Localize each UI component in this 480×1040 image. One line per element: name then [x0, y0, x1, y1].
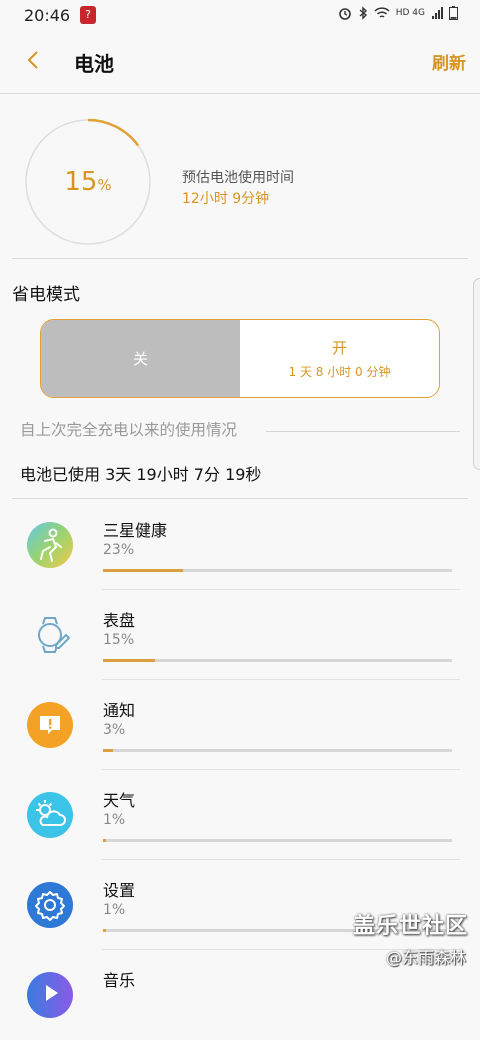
app-header: 电池 刷新 — [0, 30, 480, 92]
app-percent: 23% — [103, 542, 135, 558]
refresh-button[interactable]: 刷新 — [432, 49, 466, 74]
estimate-label: 预估电池使用时间 — [182, 170, 294, 186]
usage-bar — [103, 569, 452, 572]
app-notification-icon: ? — [80, 6, 96, 24]
power-saving-toggle: 关 开 1 天 8 小时 0 分钟 — [40, 319, 440, 398]
app-percent: 3% — [103, 722, 126, 738]
watermark-author: @东雨森林 — [385, 948, 466, 967]
settings-icon — [27, 882, 73, 928]
chevron-left-icon — [27, 51, 38, 69]
status-bar: 20:46 ? HD 4G — [0, 0, 480, 30]
network-label: HD 4G — [395, 8, 425, 18]
list-item[interactable]: 天气 1% — [0, 770, 480, 860]
usage-bar-fill — [103, 659, 156, 662]
app-percent: 15% — [103, 632, 135, 648]
usage-section-divider — [266, 431, 460, 432]
battery-percent-unit: % — [97, 176, 112, 194]
back-button[interactable] — [22, 48, 46, 72]
app-name: 通知 — [103, 701, 136, 720]
app-percent: 1% — [103, 812, 126, 828]
usage-bar — [103, 839, 452, 842]
watermark-title: 盖乐世社区 — [352, 914, 468, 939]
samsung-health-icon — [27, 522, 73, 568]
header-divider — [0, 93, 480, 94]
battery-percent-value: 15 — [64, 167, 98, 197]
music-icon — [27, 972, 73, 1018]
app-name: 音乐 — [103, 971, 136, 990]
bluetooth-icon — [359, 6, 367, 20]
app-percent: 1% — [103, 902, 126, 918]
status-icons: HD 4G — [338, 6, 458, 20]
battery-divider — [12, 258, 468, 259]
list-item[interactable]: 通知 3% — [0, 680, 480, 770]
usage-bar-fill — [103, 929, 107, 932]
app-name: 表盘 — [103, 611, 136, 630]
usage-bar-fill — [103, 839, 107, 842]
status-time: 20:46 — [24, 6, 71, 25]
app-name: 天气 — [103, 791, 136, 810]
page-title: 电池 — [74, 52, 114, 76]
wifi-icon — [374, 6, 390, 18]
usage-section-title: 自上次完全充电以来的使用情况 — [20, 421, 238, 439]
usage-divider — [12, 498, 468, 499]
usage-bar-fill — [103, 749, 114, 752]
notification-icon — [27, 702, 73, 748]
usage-bar — [103, 749, 452, 752]
list-item[interactable]: 三星健康 23% — [0, 500, 480, 590]
battery-icon — [449, 6, 458, 20]
list-item[interactable]: 表盘 15% — [0, 590, 480, 680]
weather-icon — [27, 792, 73, 838]
power-saving-on-label: 开 — [331, 339, 347, 357]
battery-percent: 15 % — [24, 118, 152, 246]
estimate-value: 12小时 9分钟 — [182, 191, 270, 207]
app-name: 设置 — [103, 881, 136, 900]
usage-total: 电池已使用 3天 19小时 7分 19秒 — [20, 465, 262, 484]
watch-face-icon — [38, 617, 71, 653]
usage-bar-fill — [103, 569, 184, 572]
signal-icon — [432, 6, 443, 19]
edge-panel-handle[interactable] — [473, 278, 480, 470]
power-saving-title: 省电模式 — [12, 285, 80, 305]
usage-bar — [103, 659, 452, 662]
power-saving-on-button[interactable]: 开 1 天 8 小时 0 分钟 — [240, 320, 439, 397]
power-saving-on-duration: 1 天 8 小时 0 分钟 — [288, 365, 391, 379]
power-saving-off-button[interactable]: 关 — [41, 320, 240, 397]
power-saving-off-label: 关 — [132, 350, 148, 368]
alarm-icon — [338, 8, 351, 20]
app-name: 三星健康 — [103, 521, 168, 540]
